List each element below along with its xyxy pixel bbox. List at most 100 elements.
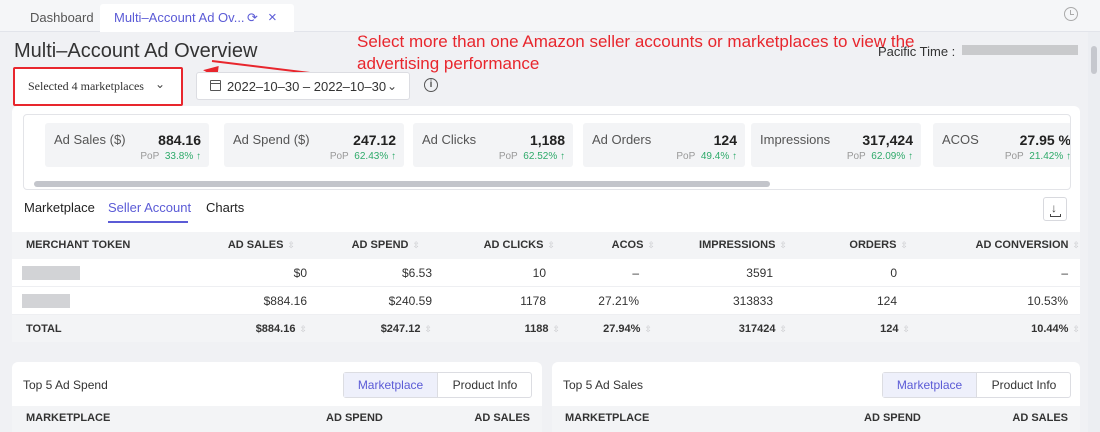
- metric-value: 27.95 %: [1019, 132, 1071, 148]
- panel-title: Top 5 Ad Spend: [23, 378, 108, 392]
- cell-ad-spend: $6.53: [401, 266, 432, 280]
- chevron-down-icon: ⌄: [155, 77, 166, 91]
- total-ad-conversion: 10.44% ⇳: [1031, 323, 1080, 335]
- cell-impressions: 313833: [732, 294, 773, 308]
- metric-pop: PoP 21.42% ↑: [1004, 151, 1071, 162]
- tab-seller-account[interactable]: Seller Account: [108, 200, 191, 215]
- tab-bar: Dashboard Multi–Account Ad Ov... ⟳ ×: [0, 0, 1100, 32]
- col-merchant-token[interactable]: MERCHANT TOKEN: [26, 239, 130, 251]
- total-ad-spend: $247.12 ⇳: [380, 323, 432, 335]
- metric-impressions: Impressions 317,424 PoP 62.09% ↑: [751, 123, 921, 167]
- metric-pop: PoP 62.43% ↑: [329, 151, 396, 162]
- col-ad-sales: AD SALES: [474, 412, 530, 424]
- col-ad-conversion[interactable]: AD CONVERSION ⇳: [976, 239, 1080, 251]
- toggle-marketplace[interactable]: Marketplace: [344, 373, 438, 397]
- annotation-text: Select more than one Amazon seller accou…: [357, 32, 915, 73]
- top-5-ad-spend-panel: Top 5 Ad Spend Marketplace Product Info …: [12, 362, 542, 432]
- panel-table-header: MARKETPLACE AD SPEND AD SALES: [552, 406, 1080, 432]
- metric-acos: ACOS 27.95 % PoP 21.42% ↑: [933, 123, 1071, 167]
- vertical-scrollbar[interactable]: [1088, 32, 1100, 432]
- chevron-down-icon: ⌄: [387, 79, 398, 93]
- clock-icon[interactable]: [1064, 7, 1078, 21]
- metrics-horizontal-scrollbar[interactable]: [34, 181, 770, 187]
- table-row: $884.16 $240.59 1178 27.21% 313833 124 1…: [12, 287, 1080, 315]
- col-marketplace: MARKETPLACE: [565, 412, 650, 424]
- sort-icon: ⇳: [547, 240, 555, 250]
- download-button[interactable]: ↓: [1043, 197, 1067, 221]
- col-ad-sales[interactable]: AD SALES ⇳: [228, 239, 295, 251]
- col-ad-spend: AD SPEND: [864, 412, 921, 424]
- top-5-ad-sales-panel: Top 5 Ad Sales Marketplace Product Info …: [552, 362, 1080, 432]
- toggle-product-info[interactable]: Product Info: [977, 373, 1071, 397]
- metric-label: Ad Sales ($): [54, 132, 126, 147]
- metric-value: 1,188: [529, 132, 565, 148]
- tab-charts[interactable]: Charts: [206, 200, 244, 215]
- metric-ad-sales: Ad Sales ($) 884.16 PoP 33.8% ↑: [45, 123, 209, 167]
- col-ad-sales: AD SALES: [1012, 412, 1068, 424]
- calendar-icon: [210, 80, 221, 91]
- metric-label: ACOS: [942, 132, 979, 147]
- total-impressions: 317424 ⇳: [738, 323, 787, 335]
- overview-card: Ad Sales ($) 884.16 PoP 33.8% ↑ Ad Spend…: [12, 106, 1080, 342]
- table-total-row: TOTAL $884.16 ⇳ $247.12 ⇳ 1188 ⇳ 27.94% ⇳ 31…: [12, 315, 1080, 342]
- metric-label: Impressions: [760, 132, 831, 147]
- sort-icon: ⇳: [287, 240, 295, 250]
- metric-label: Ad Spend ($): [233, 132, 310, 147]
- merchant-token-redacted: [22, 294, 70, 308]
- timezone-value-redacted: [962, 45, 1078, 55]
- cell-ad-spend: $240.59: [388, 294, 432, 308]
- metric-value: 317,424: [862, 132, 913, 148]
- metric-ad-spend: Ad Spend ($) 247.12 PoP 62.43% ↑: [224, 123, 404, 167]
- col-ad-spend[interactable]: AD SPEND ⇳: [352, 239, 420, 251]
- metric-ad-orders: Ad Orders 124 PoP 49.4% ↑: [583, 123, 745, 167]
- metric-pop: PoP 49.4% ↑: [676, 151, 737, 162]
- total-ad-clicks: 1188 ⇳: [524, 323, 560, 335]
- tab-multi-account-ad-overview[interactable]: Multi–Account Ad Ov... ⟳ ×: [100, 4, 294, 32]
- panel-title: Top 5 Ad Sales: [563, 378, 644, 392]
- cell-acos: 27.21%: [598, 294, 639, 308]
- col-orders[interactable]: ORDERS ⇳: [849, 239, 908, 251]
- tab-marketplace[interactable]: Marketplace: [24, 200, 95, 215]
- page-title: Multi–Account Ad Overview: [14, 40, 258, 62]
- cell-ad-clicks: 1178: [520, 294, 546, 308]
- date-range-picker[interactable]: 2022–10–30 – 2022–10–30 ⌄: [196, 72, 410, 100]
- metric-label: Ad Clicks: [422, 132, 477, 147]
- date-range-value: 2022–10–30 – 2022–10–30: [227, 79, 387, 94]
- metric-ad-clicks: Ad Clicks 1,188 PoP 62.52% ↑: [413, 123, 573, 167]
- total-acos: 27.94% ⇳: [603, 323, 652, 335]
- metric-pop: PoP 62.09% ↑: [846, 151, 913, 162]
- marketplace-select[interactable]: Selected 4 marketplaces ⌄: [13, 67, 183, 106]
- col-acos[interactable]: ACOS ⇳: [612, 239, 655, 251]
- refresh-icon[interactable]: ⟳: [247, 4, 258, 32]
- sort-icon: ⇳: [412, 240, 420, 250]
- col-ad-clicks[interactable]: AD CLICKS ⇳: [484, 239, 555, 251]
- total-orders: 124 ⇳: [880, 323, 910, 335]
- table-header: MERCHANT TOKEN AD SALES ⇳ AD SPEND ⇳ AD CL…: [12, 232, 1080, 259]
- cell-ad-conversion: –: [1061, 266, 1068, 280]
- info-icon[interactable]: i: [424, 78, 438, 92]
- tab-label: Multi–Account Ad Ov...: [114, 10, 245, 25]
- close-icon[interactable]: ×: [268, 4, 277, 32]
- cell-ad-conversion: 10.53%: [1027, 294, 1068, 308]
- col-impressions[interactable]: IMPRESSIONS ⇳: [699, 239, 787, 251]
- metric-pop: PoP 62.52% ↑: [498, 151, 565, 162]
- total-ad-sales: $884.16 ⇳: [255, 323, 307, 335]
- cell-orders: 124: [876, 294, 897, 308]
- metric-value: 124: [713, 132, 737, 148]
- metrics-strip: Ad Sales ($) 884.16 PoP 33.8% ↑ Ad Spend…: [23, 114, 1071, 190]
- col-marketplace: MARKETPLACE: [26, 412, 111, 424]
- scrollbar-thumb[interactable]: [1091, 46, 1097, 74]
- metric-value: 884.16: [158, 132, 201, 148]
- total-label: TOTAL: [26, 323, 62, 335]
- cell-orders: 0: [890, 266, 897, 280]
- table-row: $0 $6.53 10 – 3591 0 –: [12, 259, 1080, 287]
- tab-dashboard[interactable]: Dashboard: [16, 4, 108, 32]
- metric-pop: PoP 33.8% ↑: [140, 151, 201, 162]
- download-icon: ↓: [1051, 201, 1057, 215]
- sort-icon: ⇳: [1072, 240, 1080, 250]
- toggle-marketplace[interactable]: Marketplace: [883, 373, 977, 397]
- cell-acos: –: [632, 266, 639, 280]
- toggle-product-info[interactable]: Product Info: [438, 373, 532, 397]
- panel-table-header: MARKETPLACE AD SPEND AD SALES: [12, 406, 542, 432]
- cell-ad-clicks: 10: [532, 266, 546, 280]
